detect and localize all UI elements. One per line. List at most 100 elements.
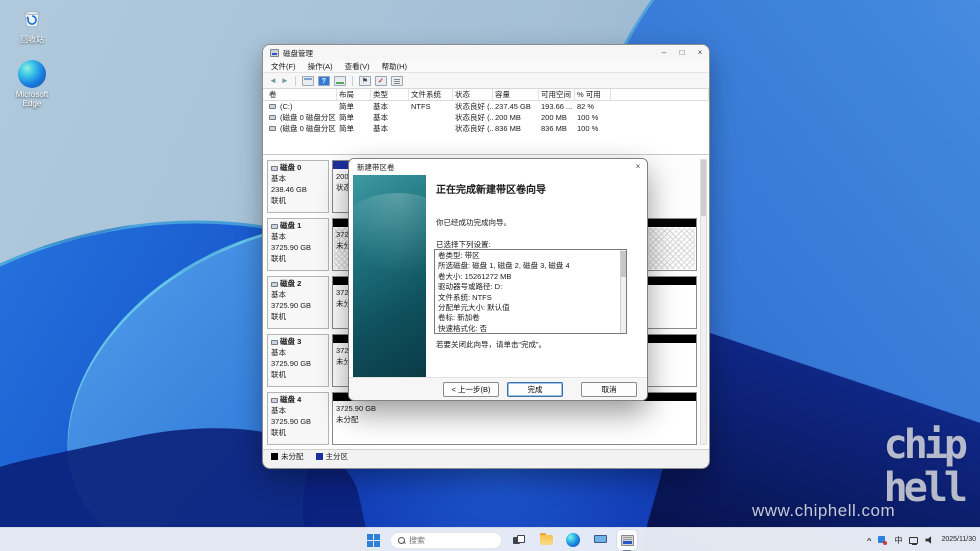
col-type[interactable]: 类型 (371, 89, 409, 100)
refresh-button[interactable] (375, 76, 387, 86)
wizard-sidebar-image (353, 175, 426, 381)
setting-filesystem: 文件系统: NTFS (438, 293, 618, 303)
properties-button[interactable] (359, 76, 371, 86)
minimize-button[interactable]: – (655, 45, 673, 61)
back-button[interactable]: < 上一步(B) (443, 382, 499, 397)
volume-row[interactable]: (磁盘 0 磁盘分区 1) 简单 基本 状态良好 (... 200 MB 200… (263, 112, 709, 123)
close-button[interactable]: × (691, 45, 709, 61)
disk1-info-panel[interactable]: 磁盘 1 基本 3725.90 GB 联机 (267, 218, 329, 271)
disk-size: 3725.90 GB (271, 417, 325, 428)
disk2-info-panel[interactable]: 磁盘 2 基本 3725.90 GB 联机 (267, 276, 329, 329)
edge-icon (566, 533, 580, 547)
menu-action[interactable]: 操作(A) (308, 61, 333, 72)
col-capacity[interactable]: 容量 (493, 89, 539, 100)
wizard-title: 新建带区卷 (357, 162, 395, 173)
wizard-close-hint: 若要关闭此向导，请单击“完成”。 (436, 339, 546, 350)
recycle-bin-desktop-icon[interactable]: 回收站 (6, 6, 58, 45)
setting-selected-disks: 所选磁盘: 磁盘 1, 磁盘 2, 磁盘 3, 磁盘 4 (438, 261, 618, 271)
computer-icon (594, 535, 607, 546)
wizard-titlebar[interactable]: 新建带区卷 × (349, 159, 647, 175)
disk0-info-panel[interactable]: 磁盘 0 基本 238.46 GB 联机 (267, 160, 329, 213)
forward-button[interactable]: ► (281, 77, 289, 85)
ime-indicator[interactable]: 中 (894, 535, 902, 546)
edge-button[interactable] (563, 530, 583, 550)
this-pc-button[interactable] (590, 530, 610, 550)
disk-size: 3725.90 GB (271, 301, 325, 312)
legend-label: 主分区 (326, 451, 349, 462)
disk3-info-panel[interactable]: 磁盘 3 基本 3725.90 GB 联机 (267, 334, 329, 387)
volume-name: (C:) (278, 102, 293, 111)
scrollbar-thumb[interactable] (621, 251, 626, 277)
volume-icon (269, 104, 276, 109)
volume-row[interactable]: (C:) 简单 基本 NTFS 状态良好 (... 237.45 GB 193.… (263, 101, 709, 112)
disk4-info-panel[interactable]: 磁盘 4 基本 3725.90 GB 联机 (267, 392, 329, 445)
dm-menubar: 文件(F) 操作(A) 查看(V) 帮助(H) (263, 61, 709, 73)
show-action-pane-button[interactable] (334, 76, 346, 86)
toolbar-separator (295, 76, 296, 86)
scrollbar-thumb[interactable] (701, 160, 706, 216)
disks-pane-scrollbar[interactable] (700, 159, 707, 445)
col-free[interactable]: 可用空间 (539, 89, 575, 100)
cell-free: 200 MB (539, 113, 575, 122)
listbox-scrollbar[interactable] (620, 250, 626, 333)
toolbar-separator (352, 76, 353, 86)
file-explorer-button[interactable] (536, 530, 556, 550)
cell-layout: 简单 (337, 123, 371, 134)
help-button[interactable]: ? (318, 76, 330, 86)
disk-management-button[interactable] (617, 530, 637, 550)
col-filesystem[interactable]: 文件系统 (409, 89, 453, 100)
taskbar-search[interactable] (390, 532, 502, 549)
volume-icon[interactable] (925, 536, 934, 545)
tray-app-icon[interactable] (878, 536, 887, 545)
system-tray: ^ 中 2025/11/30 (867, 528, 976, 551)
cancel-button[interactable]: 取消 (581, 382, 637, 397)
folder-icon (540, 535, 553, 545)
maximize-button[interactable]: □ (673, 45, 691, 61)
dm-titlebar[interactable]: 磁盘管理 – □ × (263, 45, 709, 61)
col-pctfree[interactable]: % 可用 (575, 89, 611, 100)
col-status[interactable]: 状态 (453, 89, 493, 100)
search-input[interactable] (409, 536, 479, 545)
clock-date[interactable]: 2025/11/30 (941, 536, 976, 544)
taskbar: ^ 中 2025/11/30 (0, 527, 980, 551)
dm-toolbar: ◄ ► ? (263, 73, 709, 89)
wizard-button-strip: < 上一步(B) 完成 取消 (349, 377, 647, 400)
cell-pct: 82 % (575, 102, 611, 111)
task-view-icon (513, 535, 526, 546)
menu-file[interactable]: 文件(F) (271, 61, 296, 72)
cell-status: 状态良好 (... (453, 112, 493, 123)
volumes-list-pane: 卷 布局 类型 文件系统 状态 容量 可用空间 % 可用 (C:) 简单 基本 … (263, 89, 709, 155)
disk-status: 联机 (271, 428, 325, 439)
menu-view[interactable]: 查看(V) (345, 61, 370, 72)
network-icon[interactable] (909, 537, 918, 544)
setting-quick-format: 快速格式化: 否 (438, 324, 618, 334)
start-button[interactable] (363, 530, 383, 550)
wizard-close-button[interactable]: × (629, 159, 647, 175)
col-layout[interactable]: 布局 (337, 89, 371, 100)
wizard-settings-listbox[interactable]: 卷类型: 带区 所选磁盘: 磁盘 1, 磁盘 2, 磁盘 3, 磁盘 4 卷大小… (434, 249, 627, 334)
setting-volume-size: 卷大小: 15261272 MB (438, 272, 618, 282)
taskbar-center (363, 528, 637, 551)
tray-chevron-button[interactable]: ^ (867, 537, 872, 544)
disk-status: 联机 (271, 370, 325, 381)
recycle-bin-label: 回收站 (6, 34, 58, 45)
wizard-heading: 正在完成新建带区卷向导 (436, 181, 636, 196)
details-view-button[interactable] (391, 76, 403, 86)
disk-status: 联机 (271, 254, 325, 265)
edge-desktop-icon[interactable]: Microsoft Edge (6, 60, 58, 108)
show-console-tree-button[interactable] (302, 76, 314, 86)
disk-size: 238.46 GB (271, 185, 325, 196)
finish-button[interactable]: 完成 (507, 382, 563, 397)
volume-row[interactable]: (磁盘 0 磁盘分区 4) 简单 基本 状态良好 (... 836 MB 836… (263, 123, 709, 134)
task-view-button[interactable] (509, 530, 529, 550)
menu-help[interactable]: 帮助(H) (382, 61, 407, 72)
col-volume[interactable]: 卷 (267, 89, 337, 100)
disk-name: 磁盘 2 (280, 279, 301, 290)
dm-window-title: 磁盘管理 (283, 48, 313, 59)
disk-type: 基本 (271, 406, 325, 417)
disk-management-app-icon (270, 49, 279, 57)
setting-volume-label: 卷标: 新加卷 (438, 313, 618, 323)
disk-icon (271, 282, 278, 287)
back-button[interactable]: ◄ (269, 77, 277, 85)
disk-icon (271, 166, 278, 171)
